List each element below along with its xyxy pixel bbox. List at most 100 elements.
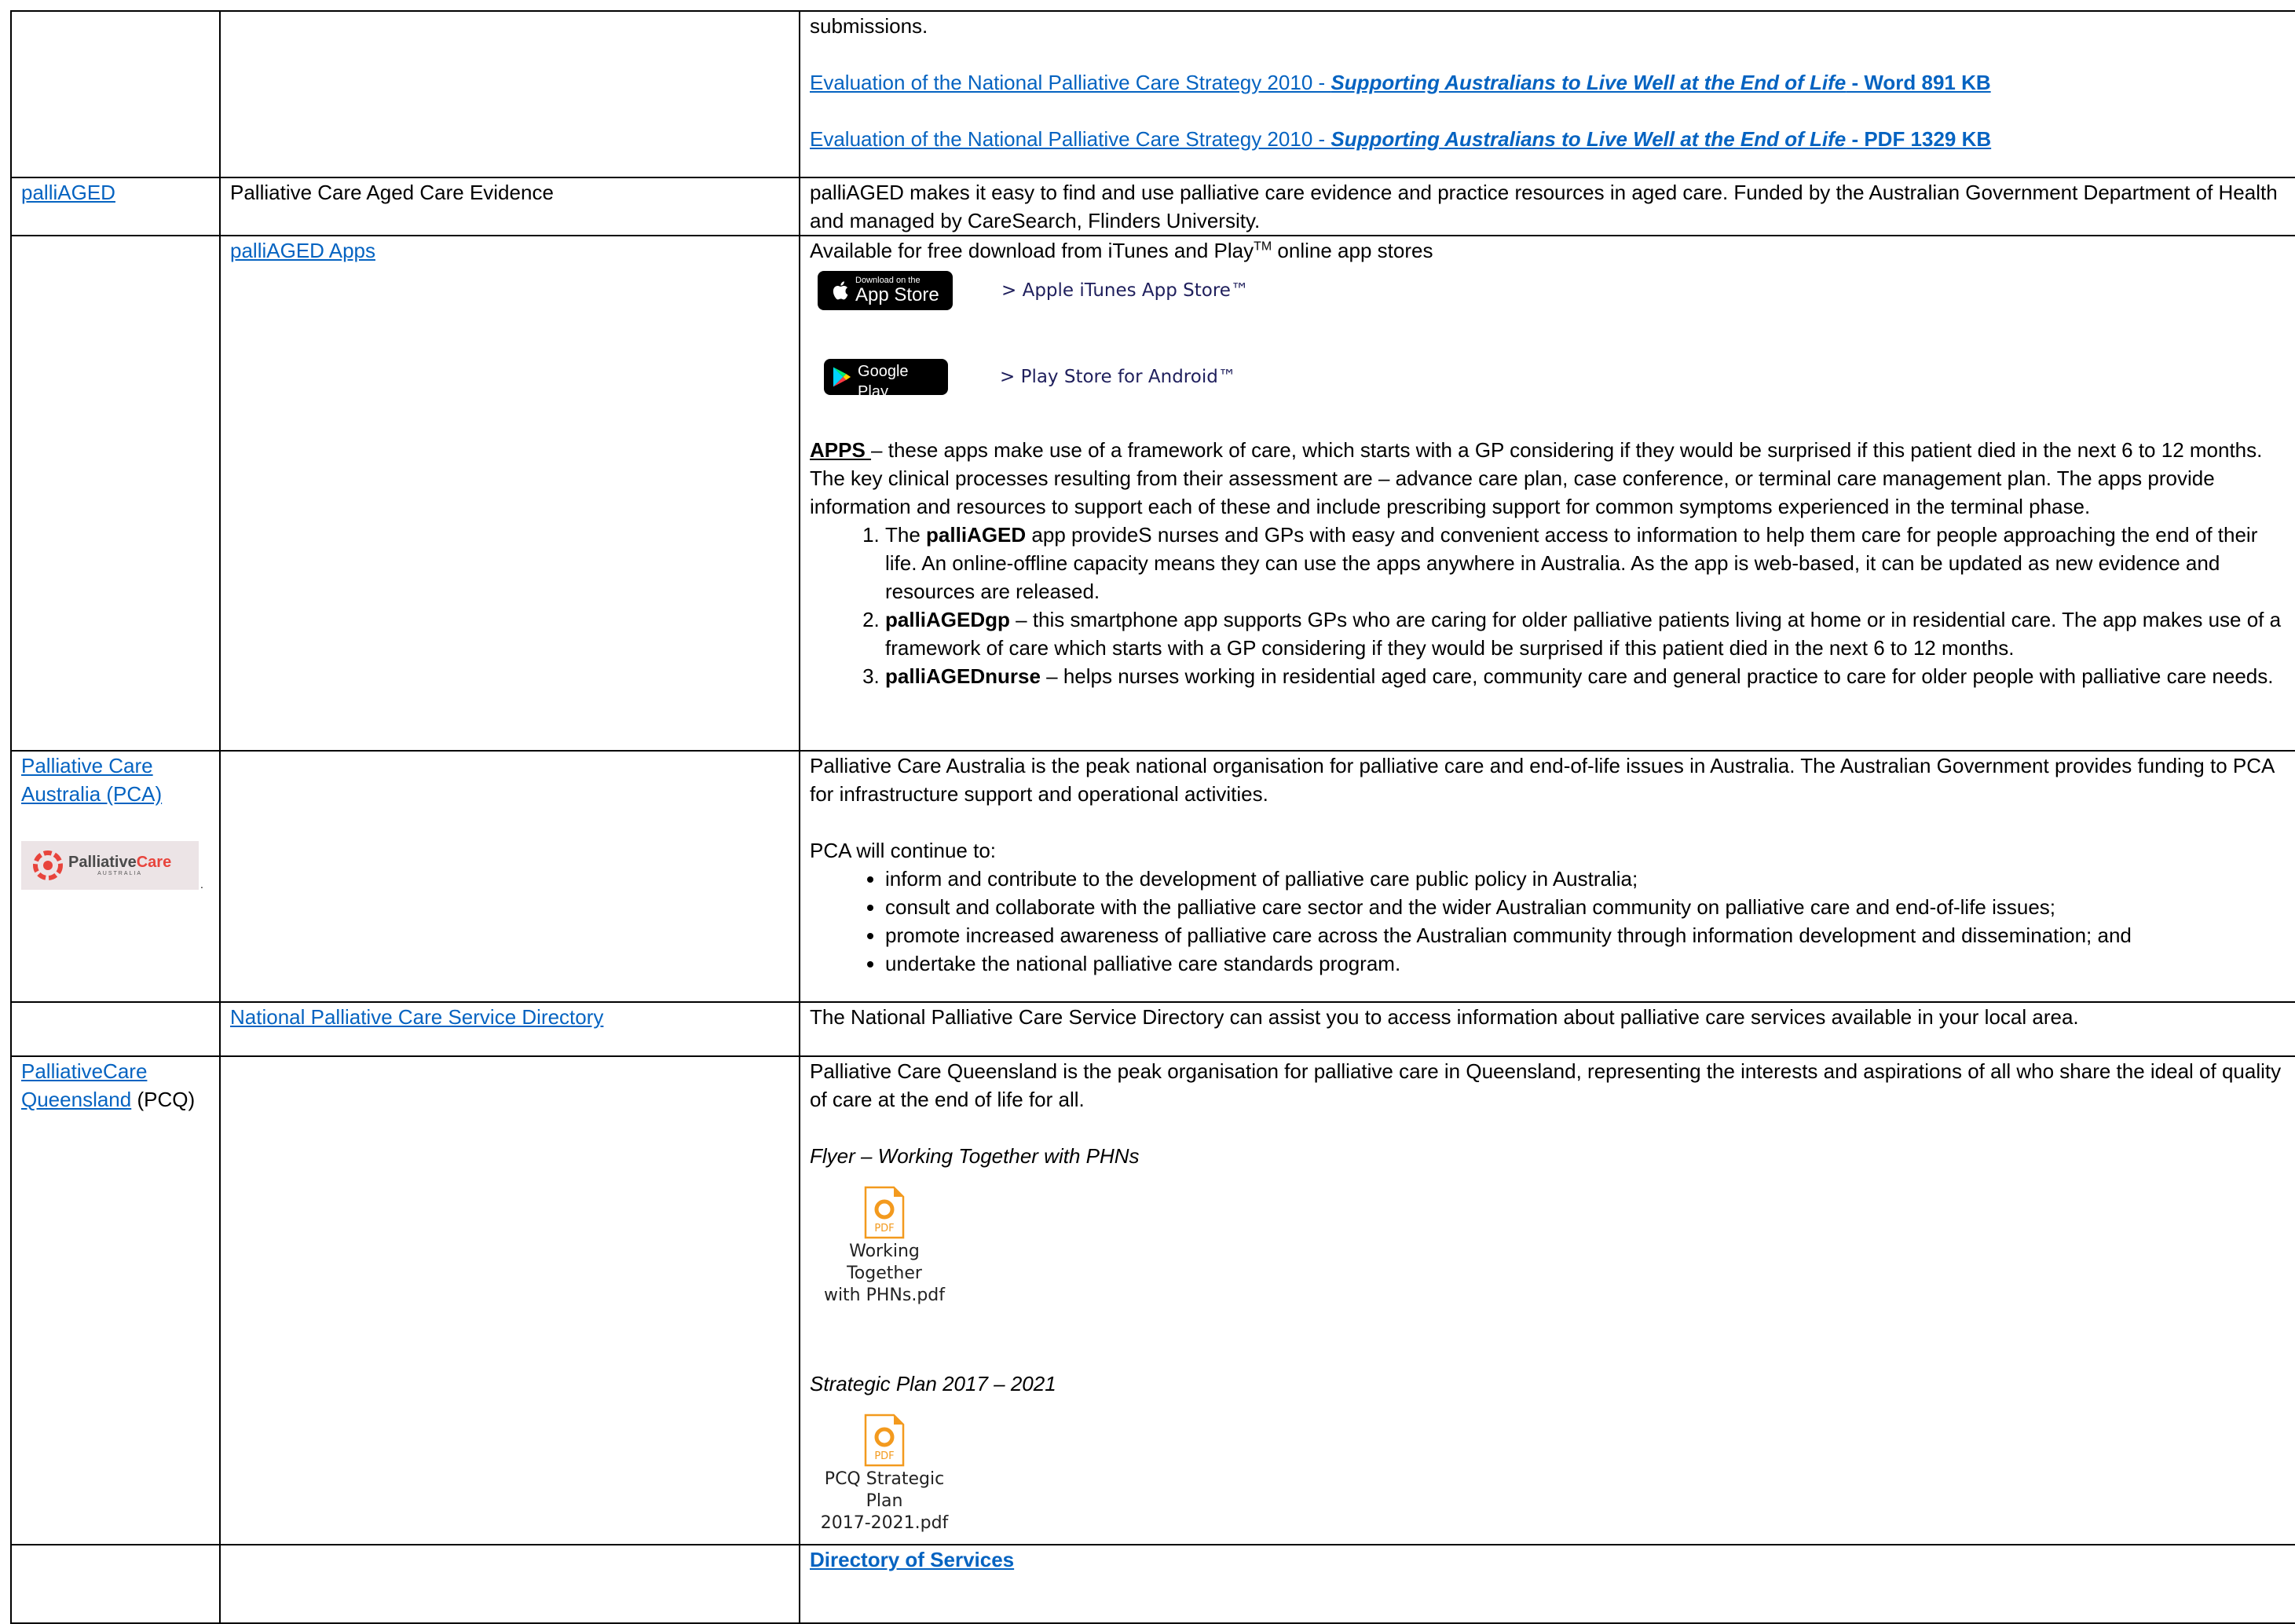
description-cell: Directory of Services — [799, 1544, 2295, 1624]
pdf-file-icon: PDF — [864, 1186, 905, 1239]
description-cell: submissions. Evaluation of the National … — [799, 10, 2295, 178]
logo-trailing-dot: . — [200, 878, 203, 891]
app-store-badge[interactable]: Download on the App Store — [818, 271, 953, 310]
google-play-badge[interactable]: GET IT ON Google Play — [824, 352, 948, 401]
pca-logo-name-b: Care — [136, 853, 172, 871]
google-play-store-link[interactable]: > Play Store for Android™ — [1000, 363, 1236, 391]
apps-label: APPS — [810, 438, 872, 462]
org-cell: Palliative Care Australia (PCA) Palliati… — [10, 750, 221, 1003]
pdf-icon-label: PDF — [874, 1223, 894, 1234]
org-cell — [10, 235, 221, 752]
service-directory-description: The National Palliative Care Service Dir… — [810, 1005, 2079, 1029]
directory-of-services-link[interactable]: Directory of Services — [810, 1548, 1014, 1571]
apple-icon — [833, 281, 848, 300]
apps-list: The palliAGED app provideS nurses and GP… — [810, 521, 2286, 690]
evaluation-word-link-prefix[interactable]: Evaluation of the National Palliative Ca… — [810, 71, 1331, 94]
program-cell — [219, 750, 800, 1003]
resources-table: submissions. Evaluation of the National … — [10, 10, 2295, 1624]
list-item: consult and collaborate with the palliat… — [885, 893, 2286, 921]
google-play-badge-big: Google Play — [858, 363, 909, 401]
program-title: Palliative Care Aged Care Evidence — [230, 181, 554, 204]
apps-intro-text: Available for free download from iTunes … — [810, 239, 1254, 262]
evaluation-pdf-link-title[interactable]: Supporting Australians to Live Well at t… — [1331, 127, 1846, 151]
attachment-filename: with PHNs.pdf — [823, 1286, 946, 1305]
list-item-text: – this smartphone app supports GPs who a… — [885, 608, 2282, 660]
org-cell — [10, 1001, 221, 1057]
program-cell — [219, 1055, 800, 1545]
description-cell: palliAGED makes it easy to find and use … — [799, 177, 2295, 236]
apps-text: – these apps make use of a framework of … — [810, 438, 2263, 518]
app-name: palliAGED — [926, 523, 1027, 547]
service-directory-link[interactable]: National Palliative Care Service Directo… — [230, 1005, 603, 1029]
pca-logo-name: PalliativeCare — [68, 854, 171, 870]
table-row: Palliative Care Australia (PCA) Palliati… — [10, 750, 2295, 1003]
pcq-description: Palliative Care Queensland is the peak o… — [810, 1059, 2282, 1111]
pdf-icon-label: PDF — [874, 1450, 894, 1462]
pca-logo-sub: AUSTRALIA — [97, 870, 143, 876]
apps-intro: Available for free download from iTunes … — [810, 236, 2286, 265]
app-store-row: Download on the App Store > Apple iTunes… — [810, 266, 2286, 315]
evaluation-word-link[interactable]: Evaluation of the National Palliative Ca… — [810, 68, 2286, 97]
program-cell: National Palliative Care Service Directo… — [219, 1001, 800, 1057]
strategic-plan-pdf-attachment[interactable]: PDF PCQ Strategic Plan 2017-2021.pdf — [810, 1414, 959, 1534]
list-item: palliAGEDgp – this smartphone app suppor… — [885, 605, 2286, 662]
org-cell: PalliativeCare Queensland (PCQ) — [10, 1055, 221, 1545]
description-cell: Palliative Care Queensland is the peak o… — [799, 1055, 2295, 1545]
google-play-icon — [833, 367, 851, 387]
evaluation-pdf-link-size[interactable]: - PDF 1329 KB — [1846, 127, 1991, 151]
list-item-text: – helps nurses working in residential ag… — [1040, 664, 2274, 688]
table-row: submissions. Evaluation of the National … — [10, 10, 2295, 178]
pca-description: Palliative Care Australia is the peak na… — [810, 754, 2274, 806]
google-play-row: GET IT ON Google Play > Play Store for A… — [810, 352, 2286, 401]
apple-itunes-link[interactable]: > Apple iTunes App Store™ — [1001, 276, 1249, 305]
table-row: palliAGED Apps Available for free downlo… — [10, 235, 2295, 752]
program-cell — [219, 10, 800, 178]
list-item-text: The — [885, 523, 927, 547]
pdf-file-icon: PDF — [864, 1414, 905, 1467]
app-store-badge-big: App Store — [855, 284, 939, 305]
app-name: palliAGEDnurse — [885, 664, 1041, 688]
list-item: palliAGEDnurse – helps nurses working in… — [885, 662, 2286, 690]
table-row: PalliativeCare Queensland (PCQ) Palliati… — [10, 1055, 2295, 1545]
pca-logo-icon — [33, 850, 63, 880]
list-item-text: app provideS nurses and GPs with easy an… — [885, 523, 2258, 603]
evaluation-word-link-size[interactable]: - Word 891 KB — [1846, 71, 1990, 94]
table-row: National Palliative Care Service Directo… — [10, 1001, 2295, 1057]
strategic-plan-heading: Strategic Plan 2017 – 2021 — [810, 1372, 1056, 1395]
pca-link[interactable]: Palliative Care Australia (PCA) — [21, 754, 162, 806]
palliaged-description: palliAGED makes it easy to find and use … — [810, 181, 2278, 232]
palliaged-apps-link[interactable]: palliAGED Apps — [230, 239, 375, 262]
flyer-heading: Flyer – Working Together with PHNs — [810, 1144, 1140, 1168]
list-item: promote increased awareness of palliativ… — [885, 921, 2286, 949]
trademark-sup: TM — [1254, 240, 1272, 254]
pcq-link[interactable]: PalliativeCare Queensland — [21, 1059, 147, 1111]
app-name: palliAGEDgp — [885, 608, 1010, 631]
org-cell — [10, 10, 221, 178]
program-cell: palliAGED Apps — [219, 235, 800, 752]
attachment-filename: 2017-2021.pdf — [820, 1513, 949, 1533]
evaluation-pdf-link[interactable]: Evaluation of the National Palliative Ca… — [810, 125, 2286, 153]
google-play-badge-small: GET IT ON — [858, 352, 901, 361]
list-item: The palliAGED app provideS nurses and GP… — [885, 521, 2286, 605]
attachment-filename: PCQ Strategic Plan — [824, 1469, 945, 1511]
pca-continue-intro: PCA will continue to: — [810, 839, 997, 862]
evaluation-word-link-title[interactable]: Supporting Australians to Live Well at t… — [1331, 71, 1846, 94]
org-cell — [10, 1544, 221, 1624]
program-cell: Palliative Care Aged Care Evidence — [219, 177, 800, 236]
attachment-filename: Working Together — [847, 1242, 922, 1283]
submissions-text: submissions. — [810, 14, 928, 38]
description-cell: Palliative Care Australia is the peak na… — [799, 750, 2295, 1003]
pca-logo: PalliativeCare AUSTRALIA — [21, 841, 199, 890]
description-cell: The National Palliative Care Service Dir… — [799, 1001, 2295, 1057]
pca-logo-name-a: Palliative — [68, 853, 137, 871]
evaluation-pdf-link-prefix[interactable]: Evaluation of the National Palliative Ca… — [810, 127, 1331, 151]
org-cell: palliAGED — [10, 177, 221, 236]
list-item: inform and contribute to the development… — [885, 865, 2286, 893]
program-cell — [219, 1544, 800, 1624]
flyer-pdf-attachment[interactable]: PDF Working Together with PHNs.pdf — [810, 1186, 959, 1307]
apps-intro-text-end: online app stores — [1272, 239, 1433, 262]
table-row: Directory of Services — [10, 1544, 2295, 1624]
palliaged-link[interactable]: palliAGED — [21, 181, 115, 204]
pcq-suffix: (PCQ) — [131, 1088, 196, 1111]
pca-bullets: inform and contribute to the development… — [810, 865, 2286, 978]
